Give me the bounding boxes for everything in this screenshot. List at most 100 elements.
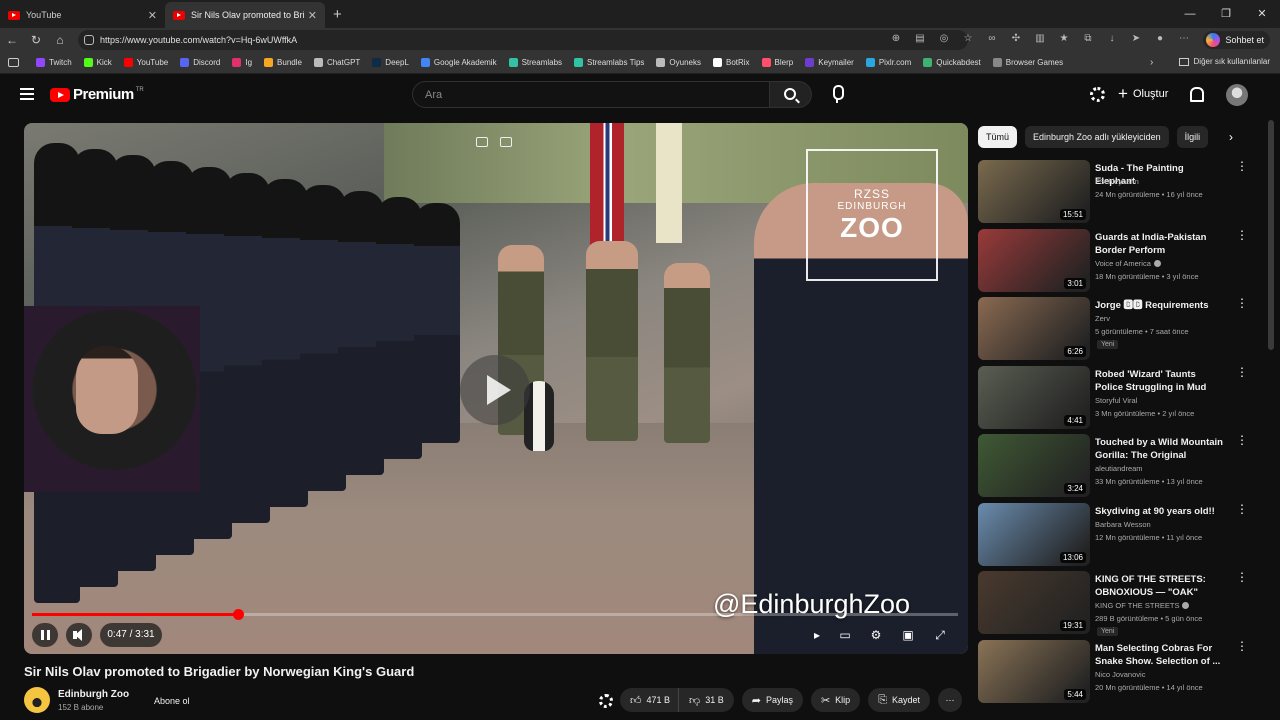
recommendation-title[interactable]: Robed 'Wizard' Taunts Police Struggling … xyxy=(1095,368,1225,394)
video-player[interactable]: RZSS EDINBURGH ZOO @EdinburghZoo 0:47 / … xyxy=(24,123,968,654)
video-thumbnail[interactable]: 3:01 xyxy=(978,228,1090,292)
account-avatar[interactable] xyxy=(1226,84,1248,106)
pause-button[interactable] xyxy=(32,623,58,647)
recommendation-channel[interactable]: Storyful Viral xyxy=(1095,396,1137,405)
dislike-button[interactable]: 👎︎ 31 B xyxy=(678,688,734,712)
bookmark-item[interactable]: DeepL xyxy=(372,58,409,67)
split-screen-icon[interactable]: ▥ xyxy=(1032,31,1048,47)
bookmark-item[interactable]: BotRix xyxy=(712,58,750,67)
recommendation-title[interactable]: Skydiving at 90 years old!! xyxy=(1095,505,1225,518)
settings-gear-icon[interactable]: ⚙ xyxy=(865,623,887,647)
downloads-icon[interactable]: ↓ xyxy=(1104,31,1120,47)
recommendation-item[interactable]: 4:41 Robed 'Wizard' Taunts Police Struggl… xyxy=(978,365,1250,435)
bookmark-item[interactable]: Discord xyxy=(180,58,220,67)
extension-gear-icon[interactable] xyxy=(1090,87,1105,102)
kebab-menu-icon[interactable]: ⋮ xyxy=(1236,297,1248,309)
recommendation-item[interactable]: 6:26 Jorge 🅱🅱 Requirements Zerv 5 görüntüle… xyxy=(978,297,1250,366)
recommendation-channel[interactable]: aleutiandream xyxy=(1095,464,1143,473)
notifications-bell-icon[interactable] xyxy=(1189,86,1204,102)
collections-icon[interactable]: ⧉ xyxy=(1080,31,1096,47)
chevron-right-icon[interactable]: › xyxy=(1222,126,1240,148)
video-thumbnail[interactable]: 6:26 xyxy=(978,297,1090,360)
volume-icon[interactable] xyxy=(66,623,92,647)
share-button[interactable]: ➦ Paylaş xyxy=(741,688,803,712)
filter-chip[interactable]: Tümü xyxy=(978,126,1018,148)
search-button[interactable] xyxy=(770,81,812,108)
bookmark-item[interactable]: Streamlabs xyxy=(508,58,562,67)
bookmark-item[interactable]: Streamlabs Tips xyxy=(574,58,644,67)
bookmark-item[interactable]: Bundle xyxy=(264,58,302,67)
more-actions-button[interactable]: ⋯ xyxy=(938,688,963,712)
recommendation-title[interactable]: Jorge 🅱🅱 Requirements xyxy=(1095,299,1225,312)
kebab-menu-icon[interactable]: ⋮ xyxy=(1236,229,1248,241)
menu-icon[interactable] xyxy=(20,88,34,100)
sidebar-toggle-icon[interactable] xyxy=(8,58,19,67)
bookmark-item[interactable]: Browser Games xyxy=(992,58,1063,67)
theater-mode-icon[interactable]: ▣ xyxy=(897,623,919,647)
recommendation-item[interactable]: 19:31 KING OF THE STREETS: OBNOXIOUS — "O… xyxy=(978,571,1250,640)
copilot-button[interactable]: Sohbet et xyxy=(1203,31,1270,49)
new-tab-button[interactable]: + xyxy=(333,6,342,23)
recommendation-channel[interactable]: KING OF THE STREETS xyxy=(1095,601,1190,610)
url-field[interactable]: https://www.youtube.com/watch?v=Hq-6wUWf… xyxy=(78,30,968,50)
recommendation-item[interactable]: 13:06 Skydiving at 90 years old!! Barbara … xyxy=(978,502,1250,572)
kebab-menu-icon[interactable]: ⋮ xyxy=(1236,434,1248,446)
close-tab-icon[interactable]: ✕ xyxy=(148,9,157,22)
recommendation-title[interactable]: Guards at India-Pakistan Border Perform … xyxy=(1095,231,1225,257)
profile-icon[interactable]: ● xyxy=(1152,31,1168,47)
clip-button[interactable]: ✂ Klip xyxy=(810,688,861,712)
browser-tab-youtube[interactable]: YouTube ✕ xyxy=(0,2,165,28)
home-button[interactable]: ⌂ xyxy=(48,33,72,47)
extension-gear-icon[interactable] xyxy=(599,694,613,708)
more-icon[interactable]: ⋯ xyxy=(1176,31,1192,47)
recommendation-item[interactable]: 5:44 Man Selecting Cobras For Snake Show.… xyxy=(978,639,1250,709)
puzzle-icon[interactable]: ✣ xyxy=(1008,31,1024,47)
recommendation-item[interactable]: 15:51 Suda - The Painting Elephant FSchley… xyxy=(978,160,1250,229)
youtube-logo[interactable]: Premium TR xyxy=(50,86,144,103)
video-thumbnail[interactable]: 3:24 xyxy=(978,434,1090,497)
back-button[interactable]: ← xyxy=(0,33,24,47)
bookmark-item[interactable]: Kick xyxy=(83,58,112,67)
extension-icon[interactable]: ∞ xyxy=(984,31,1000,47)
big-play-icon[interactable] xyxy=(460,355,530,425)
filter-chip[interactable]: Edinburgh Zoo adlı yükleyiciden xyxy=(1025,126,1169,148)
recommendation-title[interactable]: Touched by a Wild Mountain Gorilla: The … xyxy=(1095,436,1225,462)
create-button[interactable]: + Oluştur xyxy=(1118,85,1168,102)
save-button[interactable]: ⎘ Kaydet xyxy=(868,688,931,712)
progress-bar[interactable] xyxy=(32,609,958,620)
favorite-star-icon[interactable]: ☆ xyxy=(960,31,976,47)
search-input[interactable]: Ara xyxy=(412,81,770,108)
recommendation-channel[interactable]: Barbara Wesson xyxy=(1095,520,1151,529)
recommendation-channel[interactable]: FSchleyhahn xyxy=(1095,177,1139,186)
kebab-menu-icon[interactable]: ⋮ xyxy=(1236,571,1248,583)
fullscreen-icon[interactable]: ⤢ xyxy=(929,623,951,647)
kebab-menu-icon[interactable]: ⋮ xyxy=(1236,640,1248,652)
window-close-button[interactable]: ✕ xyxy=(1244,0,1280,28)
video-thumbnail[interactable]: 15:51 xyxy=(978,160,1090,223)
close-tab-icon[interactable]: ✕ xyxy=(308,9,317,22)
recommendation-title[interactable]: Man Selecting Cobras For Snake Show. Sel… xyxy=(1095,642,1225,668)
bookmark-item[interactable]: YouTube xyxy=(123,58,168,67)
filter-chip[interactable]: İlgili xyxy=(1176,126,1209,148)
recommendation-item[interactable]: 3:01 Guards at India-Pakistan Border Perf… xyxy=(978,228,1250,298)
kebab-menu-icon[interactable]: ⋮ xyxy=(1236,503,1248,515)
autoplay-toggle[interactable]: ▸ xyxy=(806,623,828,647)
reader-icon[interactable]: ▤ xyxy=(912,31,928,47)
favorites-icon[interactable]: ★ xyxy=(1056,31,1072,47)
bookmark-item[interactable]: Pixlr.com xyxy=(865,58,911,67)
subtitles-icon[interactable]: ▭ xyxy=(834,623,856,647)
bookmark-item[interactable]: Oyuneks xyxy=(656,58,701,67)
tracking-icon[interactable]: ◎ xyxy=(936,31,952,47)
minimize-button[interactable]: — xyxy=(1172,0,1208,28)
bookmark-item[interactable]: Twitch xyxy=(36,58,72,67)
site-info-icon[interactable] xyxy=(84,35,94,45)
bookmark-item[interactable]: Blerp xyxy=(761,58,793,67)
bookmark-item[interactable]: Ig xyxy=(232,58,252,67)
video-thumbnail[interactable]: 4:41 xyxy=(978,365,1090,429)
kebab-menu-icon[interactable]: ⋮ xyxy=(1236,160,1248,172)
miniplayer-icon[interactable] xyxy=(476,137,488,147)
bookmark-item[interactable]: Keymailer xyxy=(805,58,854,67)
bookmark-item[interactable]: Google Akademik xyxy=(420,58,497,67)
bookmark-item[interactable]: Quickabdest xyxy=(923,58,981,67)
browser-tab-active[interactable]: Sir Nils Olav promoted to Brigadier ✕ xyxy=(165,2,325,28)
